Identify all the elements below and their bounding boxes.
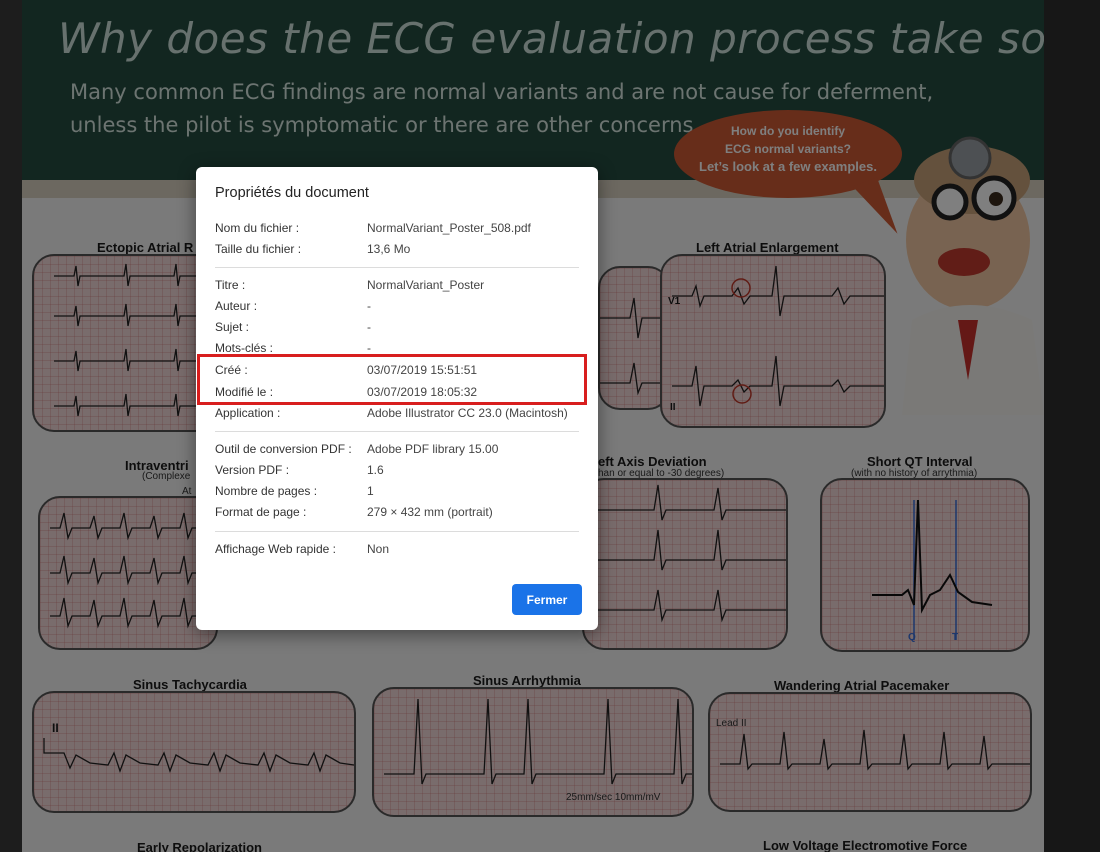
property-value: -	[367, 320, 371, 334]
property-value: 279 × 432 mm (portrait)	[367, 505, 493, 519]
property-label: Titre :	[215, 278, 246, 292]
property-value: 13,6 Mo	[367, 242, 411, 256]
property-value: NormalVariant_Poster_508.pdf	[367, 221, 531, 235]
property-label: Auteur :	[215, 299, 258, 313]
property-label: Mots-clés :	[215, 341, 274, 355]
property-value: 1.6	[367, 463, 384, 477]
property-value: Adobe Illustrator CC 23.0 (Macintosh)	[367, 406, 568, 420]
property-value: -	[367, 341, 371, 355]
dialog-separator	[215, 267, 579, 268]
property-value: 1	[367, 484, 374, 498]
property-label: Application :	[215, 406, 281, 420]
property-row-page-count: Nombre de pages : 1	[215, 484, 585, 504]
property-row-page-size: Format de page : 279 × 432 mm (portrait)	[215, 505, 585, 525]
property-row-subject: Sujet : -	[215, 320, 585, 340]
property-label: Taille du fichier :	[215, 242, 302, 256]
property-label: Outil de conversion PDF :	[215, 442, 352, 456]
property-label: Format de page :	[215, 505, 307, 519]
property-label: Nombre de pages :	[215, 484, 318, 498]
property-value: NormalVariant_Poster	[367, 278, 485, 292]
property-row-pdf-version: Version PDF : 1.6	[215, 463, 585, 483]
property-value: -	[367, 299, 371, 313]
property-row-title: Titre : NormalVariant_Poster	[215, 278, 585, 298]
property-label: Nom du fichier :	[215, 221, 300, 235]
close-button[interactable]: Fermer	[512, 584, 582, 615]
dialog-separator	[215, 431, 579, 432]
dialog-title: Propriétés du document	[215, 185, 369, 201]
property-value: Non	[367, 542, 390, 556]
property-row-application: Application : Adobe Illustrator CC 23.0 (…	[215, 406, 585, 426]
property-row-author: Auteur : -	[215, 299, 585, 319]
property-row-pdf-producer: Outil de conversion PDF : Adobe PDF libra…	[215, 442, 585, 462]
property-label: Sujet :	[215, 320, 250, 334]
property-row-file-size: Taille du fichier : 13,6 Mo	[215, 242, 585, 262]
property-row-file-name: Nom du fichier : NormalVariant_Poster_508…	[215, 221, 585, 241]
property-value: Adobe PDF library 15.00	[367, 442, 499, 456]
property-label: Affichage Web rapide :	[215, 542, 336, 556]
property-label: Version PDF :	[215, 463, 290, 477]
property-row-fast-web-view: Affichage Web rapide : Non	[215, 542, 585, 562]
annotation-highlight-box	[197, 354, 587, 405]
dialog-separator	[215, 531, 579, 532]
